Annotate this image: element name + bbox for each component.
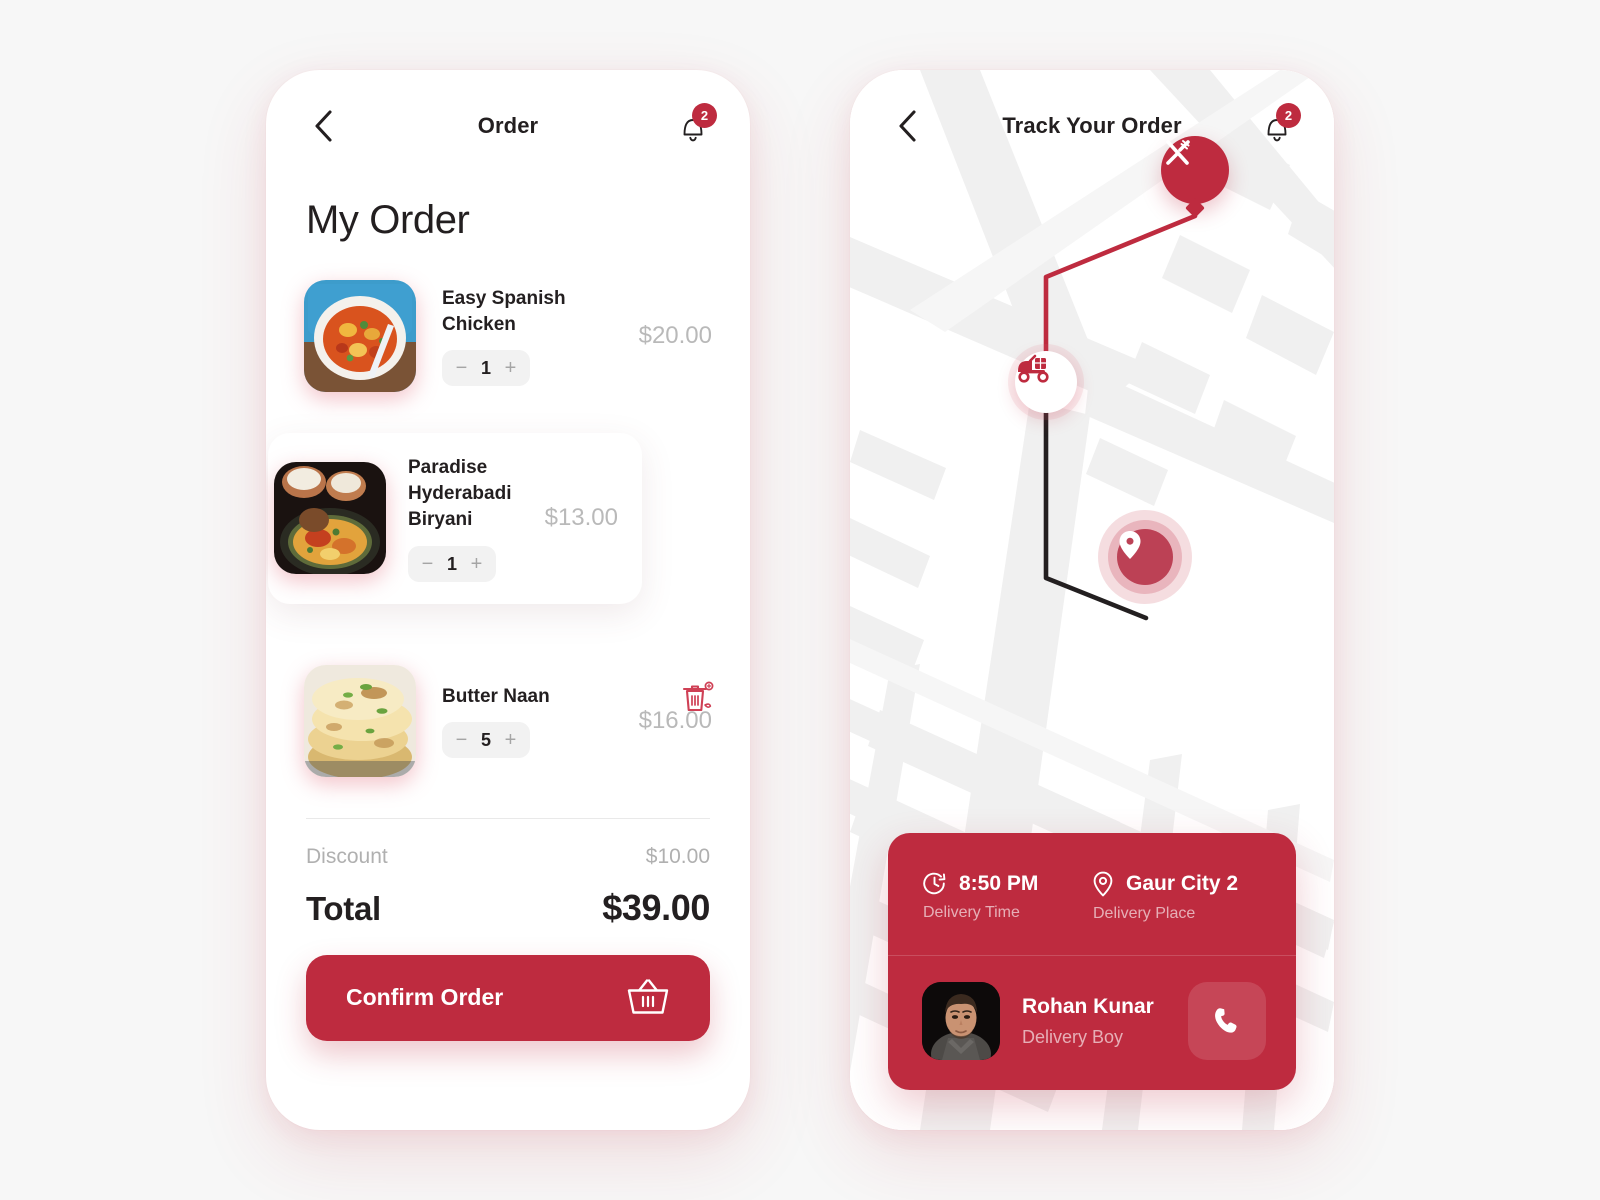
delivery-place-value: Gaur City 2: [1126, 872, 1239, 895]
item-price: $13.00: [544, 504, 618, 532]
item-name: Paradise Hyderabadi Biryani: [408, 457, 512, 531]
delete-item-button[interactable]: [676, 676, 720, 720]
shopping-basket-icon: [627, 978, 669, 1014]
item-thumbnail: [304, 664, 416, 777]
delivery-place-label: Delivery Place: [1093, 905, 1196, 922]
clock-icon: [923, 872, 946, 895]
summary-divider: [306, 817, 710, 819]
order-screen-phone: Order 2 My Order Easy Spanish Chicken − …: [266, 70, 750, 1130]
delivery-boy-photo: [922, 982, 1000, 1060]
spanish-chicken-photo: [304, 280, 416, 392]
quantity-value: 1: [447, 553, 458, 574]
location-pin-icon: [1119, 531, 1141, 559]
item-info: Butter Naan − 5 +: [416, 684, 639, 758]
quantity-value: 5: [481, 729, 492, 750]
discount-label: Discount: [306, 844, 388, 868]
delivery-time-line: 8:50 PM: [922, 871, 1092, 896]
item-name: Butter Naan: [442, 685, 550, 707]
item-info: Easy Spanish Chicken − 1 +: [416, 286, 639, 387]
courier-row: Rohan Kunar Delivery Boy: [888, 956, 1296, 1090]
total-row: Total $39.00: [304, 887, 712, 929]
decrease-quantity-button[interactable]: −: [455, 730, 468, 750]
item-info: Paradise Hyderabadi Biryani − 1 +: [386, 455, 545, 582]
destination-marker[interactable]: [1098, 510, 1192, 604]
increase-quantity-button[interactable]: +: [504, 730, 517, 750]
track-header: Track Your Order 2: [850, 70, 1334, 182]
courier-role: Delivery Boy: [1022, 1026, 1124, 1047]
delivery-time-label: Delivery Time: [923, 904, 1020, 921]
courier-details: Rohan Kunar Delivery Boy: [1022, 995, 1166, 1048]
phone-icon: [1215, 1008, 1237, 1033]
item-name: Easy Spanish Chicken: [442, 287, 566, 335]
call-courier-button[interactable]: [1188, 982, 1266, 1060]
hyderabadi-biryani-photo: [274, 462, 386, 575]
discount-value: $10.00: [645, 844, 710, 868]
decrease-quantity-button[interactable]: −: [421, 554, 434, 574]
confirm-order-label: Confirm Order: [346, 984, 504, 1011]
increase-quantity-button[interactable]: +: [470, 554, 483, 574]
notification-badge: 2: [1276, 103, 1301, 128]
location-pin-icon: [1093, 871, 1113, 897]
order-item-row: Easy Spanish Chicken − 1 + $20.00: [304, 277, 712, 395]
track-order-screen-phone: Track Your Order 2 8:50 PM Delivery Time…: [850, 70, 1334, 1130]
notification-badge: 2: [692, 103, 717, 128]
quantity-stepper[interactable]: − 5 +: [442, 721, 531, 758]
order-header: Order 2: [266, 70, 750, 182]
quantity-stepper[interactable]: − 1 +: [442, 350, 531, 387]
trash-icon: [682, 681, 714, 712]
item-price: $20.00: [638, 322, 712, 349]
notifications-button[interactable]: 2: [676, 103, 717, 143]
page-title: My Order: [306, 198, 470, 242]
delivery-time-value: 8:50 PM: [959, 871, 1039, 895]
order-item-row-swiped: Paradise Hyderabadi Biryani − 1 + $13.00: [268, 433, 642, 604]
discount-row: Discount $10.00: [304, 845, 712, 869]
screens-stage: Order 2 My Order Easy Spanish Chicken − …: [0, 0, 1600, 1200]
quantity-stepper[interactable]: − 1 +: [408, 545, 497, 582]
delivery-time-cell: 8:50 PM Delivery Time: [922, 871, 1092, 923]
increase-quantity-button[interactable]: +: [504, 358, 517, 378]
confirm-order-button[interactable]: Confirm Order: [306, 954, 710, 1041]
delivery-info-card: 8:50 PM Delivery Time Gaur City 2 Delive…: [888, 833, 1296, 1090]
destination-core: [1117, 529, 1173, 585]
delivery-place-cell: Gaur City 2 Delivery Place: [1092, 871, 1262, 923]
page-header-title: Order: [477, 113, 539, 138]
page-header-title: Track Your Order: [1002, 113, 1182, 138]
order-body: My Order Easy Spanish Chicken − 1 + $20.…: [266, 198, 750, 1041]
total-value: $39.00: [602, 886, 710, 928]
notifications-button[interactable]: 2: [1260, 103, 1301, 143]
back-button[interactable]: [306, 109, 340, 143]
decrease-quantity-button[interactable]: −: [455, 358, 468, 378]
total-label: Total: [306, 889, 381, 927]
delivery-place-line: Gaur City 2: [1092, 871, 1262, 897]
quantity-value: 1: [481, 358, 492, 379]
chevron-left-icon: [899, 110, 916, 142]
delivery-scooter-icon: [1018, 354, 1049, 383]
courier-marker[interactable]: [1015, 351, 1077, 413]
chevron-left-icon: [315, 110, 332, 142]
back-button[interactable]: [890, 109, 924, 143]
item-thumbnail: [274, 462, 386, 575]
item-thumbnail: [304, 280, 416, 392]
avatar: [922, 982, 1000, 1060]
butter-naan-photo: [304, 664, 416, 777]
delivery-meta-row: 8:50 PM Delivery Time Gaur City 2 Delive…: [888, 833, 1296, 955]
order-item-row: Butter Naan − 5 + $16.00: [304, 662, 712, 780]
courier-name: Rohan Kunar: [1022, 994, 1154, 1018]
